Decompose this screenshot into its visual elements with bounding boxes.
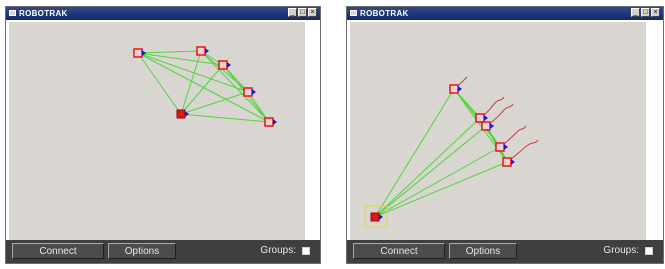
options-button[interactable]: Options [449,243,517,259]
vertical-scrollbar[interactable] [648,22,661,240]
bottom-toolbar: Connect Options Groups: [6,240,320,263]
minimize-button[interactable]: _ [288,8,297,17]
robot-marker-icon[interactable] [475,113,488,123]
groups-checkbox[interactable] [645,247,653,255]
groups-label: Groups: [260,245,296,256]
options-button[interactable]: Options [108,243,176,259]
groups-checkbox[interactable] [302,247,310,255]
minimize-button[interactable]: _ [631,8,640,17]
robot-map [133,46,277,127]
title-bar[interactable]: ROBOTRAK _ □ × [347,7,663,20]
robot-marker-icon[interactable] [449,84,462,94]
robot-map [364,76,539,228]
robot-marker-icon[interactable] [502,157,515,167]
robot-marker-icon[interactable] [196,46,209,56]
robot-canvas[interactable] [9,22,305,240]
robot-marker-icon[interactable] [264,117,277,127]
title-bar[interactable]: ROBOTRAK _ □ × [6,7,320,20]
robot-marker-icon[interactable] [243,87,256,97]
maximize-button[interactable]: □ [641,8,650,17]
link-lines [137,50,270,123]
robot-leader-icon[interactable] [176,109,189,119]
window-title: ROBOTRAK [19,9,68,18]
link-lines [374,88,508,218]
groups-label: Groups: [603,245,639,256]
close-button[interactable]: × [651,8,660,17]
robotrak-window-left: ROBOTRAK _ □ × Connect Options Groups: [5,6,321,264]
robotrak-window-right: ROBOTRAK _ □ × Connect Options Groups: [346,6,664,264]
vertical-scrollbar[interactable] [305,22,318,240]
window-title: ROBOTRAK [360,9,409,18]
robot-marker-icon[interactable] [481,121,494,131]
robot-marker-icon[interactable] [495,142,508,152]
close-button[interactable]: × [308,8,317,17]
connect-button[interactable]: Connect [353,243,445,259]
connect-button[interactable]: Connect [12,243,104,259]
app-icon [350,10,357,16]
app-icon [9,10,16,16]
bottom-toolbar: Connect Options Groups: [347,240,663,263]
robot-canvas[interactable] [350,22,646,240]
maximize-button[interactable]: □ [298,8,307,17]
robot-marker-icon[interactable] [218,60,231,70]
